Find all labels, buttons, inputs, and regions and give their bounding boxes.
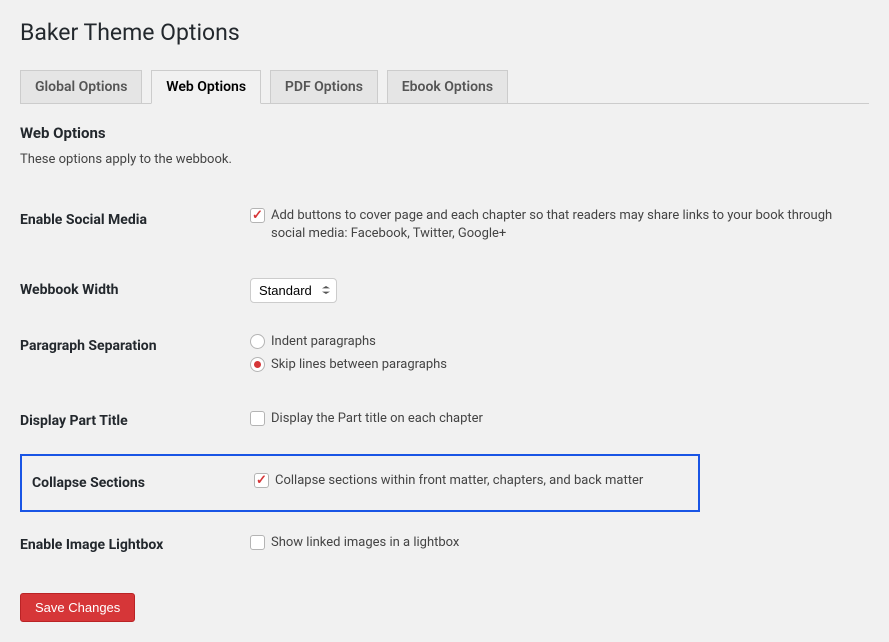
save-changes-button[interactable]: Save Changes [20,593,135,622]
paragraph-separation-label: Paragraph Separation [20,318,240,392]
section-description: These options apply to the webbook. [20,152,869,167]
paragraph-indent-radio[interactable] [250,334,265,349]
webbook-width-label: Webbook Width [20,262,240,318]
page-title: Baker Theme Options [20,10,869,50]
webbook-width-select[interactable]: Standard [250,278,337,303]
display-part-title-label: Display Part Title [20,393,240,449]
paragraph-skip-radio[interactable] [250,357,265,372]
tab-ebook-options[interactable]: Ebook Options [387,70,508,104]
collapse-sections-label: Collapse Sections [32,475,254,491]
paragraph-skip-radio-label[interactable]: Skip lines between paragraphs [271,356,447,374]
tab-pdf-options[interactable]: PDF Options [270,70,378,104]
social-media-checkbox[interactable] [250,208,265,223]
tab-nav: Global Options Web Options PDF Options E… [20,70,869,104]
image-lightbox-checkbox-label[interactable]: Show linked images in a lightbox [271,534,459,552]
section-title: Web Options [20,124,869,142]
tab-web-options[interactable]: Web Options [151,70,261,104]
tab-global-options[interactable]: Global Options [20,70,142,104]
image-lightbox-label: Enable Image Lightbox [20,517,240,573]
collapse-sections-highlight: Collapse Sections Collapse sections with… [20,454,700,512]
collapse-sections-checkbox[interactable] [254,473,269,488]
paragraph-indent-radio-label[interactable]: Indent paragraphs [271,333,376,351]
display-part-title-checkbox-label[interactable]: Display the Part title on each chapter [271,410,483,428]
display-part-title-checkbox[interactable] [250,411,265,426]
collapse-sections-checkbox-label[interactable]: Collapse sections within front matter, c… [275,472,643,490]
social-media-label: Enable Social Media [20,192,240,262]
image-lightbox-checkbox[interactable] [250,535,265,550]
social-media-checkbox-label[interactable]: Add buttons to cover page and each chapt… [271,207,859,243]
